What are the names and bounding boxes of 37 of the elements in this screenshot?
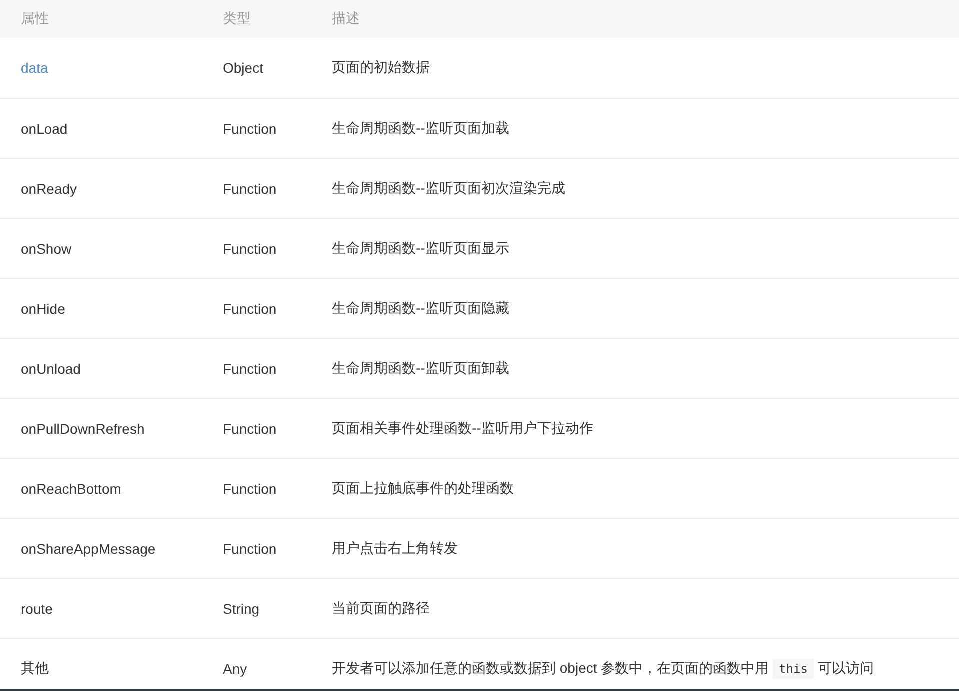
property-name: onReachBottom	[21, 480, 122, 496]
type-text: Function	[223, 360, 277, 376]
inline-code: this	[773, 658, 814, 678]
type-text: Function	[223, 540, 277, 556]
type-text: Function	[223, 300, 277, 316]
property-name: route	[21, 600, 53, 616]
property-name: onShareAppMessage	[21, 540, 156, 556]
description-text: 页面上拉触底事件的处理函数	[332, 480, 514, 496]
description-text: 开发者可以添加任意的函数或数据到 object 参数中，在页面的函数中用 this 可以访问	[332, 660, 874, 676]
property-name: onReady	[21, 180, 78, 196]
type-text: Function	[223, 420, 277, 436]
description-text: 页面相关事件处理函数--监听用户下拉动作	[332, 420, 594, 436]
type-text: Function	[223, 120, 277, 136]
property-name: 其他	[21, 660, 49, 676]
property-name: onHide	[21, 300, 66, 316]
description-text: 生命周期函数--监听页面显示	[332, 240, 510, 256]
column-header: 类型	[223, 10, 252, 28]
type-text: Function	[223, 180, 277, 196]
description-text: 页面的初始数据	[332, 59, 430, 75]
property-name: onShow	[21, 240, 72, 256]
property-link[interactable]: data	[21, 60, 48, 76]
description-text: 生命周期函数--监听页面隐藏	[332, 300, 510, 316]
type-text: Function	[223, 480, 277, 496]
column-header: 描述	[332, 10, 361, 28]
type-text: Any	[223, 660, 248, 676]
description-text: 生命周期函数--监听页面卸载	[332, 360, 510, 376]
type-text: String	[223, 600, 260, 616]
description-text: 生命周期函数--监听页面初次渲染完成	[332, 180, 566, 196]
description-text: 用户点击右上角转发	[332, 540, 458, 556]
property-name: onUnload	[21, 360, 81, 376]
type-text: Function	[223, 240, 277, 256]
description-text: 生命周期函数--监听页面加载	[332, 120, 510, 136]
description-text: 当前页面的路径	[332, 600, 430, 616]
type-text: Object	[223, 60, 264, 76]
property-name: onPullDownRefresh	[21, 420, 145, 436]
property-name: onLoad	[21, 120, 68, 136]
column-header: 属性	[20, 10, 50, 28]
